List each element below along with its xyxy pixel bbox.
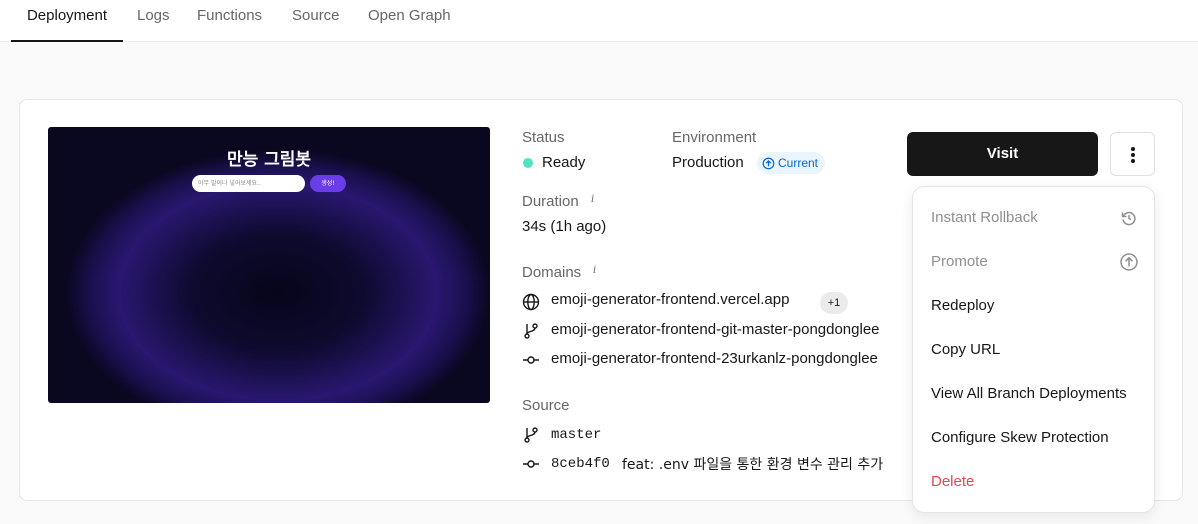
preview-input: 아무 말이나 넣어보세요..	[192, 175, 305, 192]
status-label: Status	[522, 129, 565, 146]
git-commit-icon	[523, 356, 539, 364]
current-badge: Current	[757, 152, 826, 174]
environment-value: Production	[672, 154, 744, 171]
preview-button: 생성!	[310, 175, 346, 192]
visit-button[interactable]: Visit	[907, 132, 1098, 176]
more-options-menu: Instant Rollback Promote Redeploy Copy U…	[912, 186, 1155, 513]
arrow-up-circle-icon	[762, 157, 775, 170]
menu-item-configure-skew-protection[interactable]: Configure Skew Protection	[931, 429, 1109, 446]
tab-bar: Deployment Logs Functions Source Open Gr…	[0, 0, 1198, 42]
menu-item-redeploy[interactable]: Redeploy	[931, 297, 994, 314]
menu-item-instant-rollback[interactable]: Instant Rollback	[931, 209, 1038, 226]
info-icon[interactable]: i	[591, 194, 594, 205]
preview-title: 만능 그림봇	[226, 150, 312, 170]
duration-label: Duration	[522, 193, 579, 210]
menu-item-view-branch-deployments[interactable]: View All Branch Deployments	[931, 385, 1127, 402]
deployment-preview[interactable]: 만능 그림봇 아무 말이나 넣어보세요.. 생성!	[48, 127, 490, 403]
kebab-dot	[1131, 159, 1135, 163]
commit-message[interactable]: feat: .env 파일을 통한 환경 변수 관리 추가	[622, 454, 910, 474]
commit-hash[interactable]: 8ceb4f0	[551, 456, 610, 472]
tab-deployment[interactable]: Deployment	[11, 0, 123, 42]
tab-source[interactable]: Source	[292, 0, 340, 41]
more-options-button[interactable]	[1110, 132, 1155, 176]
duration-value: 34s (1h ago)	[522, 218, 607, 235]
current-badge-label: Current	[778, 156, 819, 170]
info-icon[interactable]: i	[593, 265, 596, 276]
environment-label: Environment	[672, 129, 757, 146]
source-branch[interactable]: master	[551, 427, 601, 443]
kebab-dot	[1131, 153, 1135, 157]
tab-functions[interactable]: Functions	[197, 0, 262, 41]
status-value: Ready	[542, 154, 586, 171]
domains-label: Domains	[522, 264, 582, 281]
menu-item-promote[interactable]: Promote	[931, 253, 988, 270]
domain-count-badge[interactable]: +1	[820, 292, 848, 314]
globe-icon	[522, 293, 540, 311]
rollback-icon	[1121, 211, 1136, 226]
menu-item-delete[interactable]: Delete	[931, 473, 974, 490]
git-branch-icon	[524, 323, 538, 339]
source-label: Source	[522, 397, 570, 414]
domain-link[interactable]: emoji-generator-frontend-23urkanlz-pongd…	[551, 350, 878, 367]
menu-item-copy-url[interactable]: Copy URL	[931, 341, 1000, 358]
git-branch-icon	[524, 427, 538, 443]
arrow-up-circle-icon	[1120, 253, 1138, 271]
domain-link[interactable]: emoji-generator-frontend.vercel.app	[551, 291, 789, 308]
tab-logs[interactable]: Logs	[137, 0, 170, 41]
tab-open-graph[interactable]: Open Graph	[368, 0, 451, 41]
domain-link[interactable]: emoji-generator-frontend-git-master-pong…	[551, 321, 880, 338]
git-commit-icon	[523, 460, 539, 468]
status-dot	[523, 158, 533, 168]
kebab-dot	[1131, 147, 1135, 151]
